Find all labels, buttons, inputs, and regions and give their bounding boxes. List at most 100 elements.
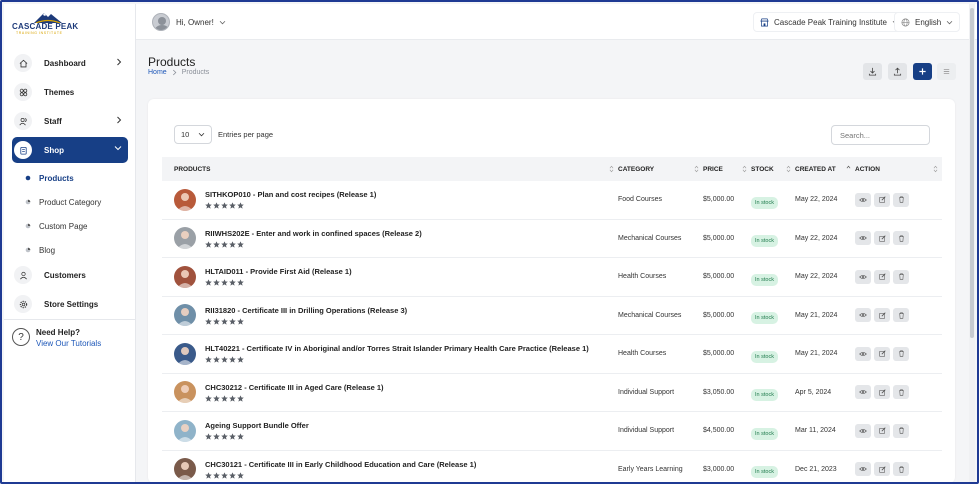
- column-header-stock[interactable]: STOCK: [751, 157, 795, 181]
- view-button[interactable]: [855, 308, 871, 323]
- sort-icon: [933, 165, 938, 173]
- institute-selector[interactable]: Cascade Peak Training Institute: [753, 12, 906, 32]
- delete-button[interactable]: [893, 231, 909, 246]
- edit-button[interactable]: [874, 192, 890, 207]
- product-name-link[interactable]: RII31820 - Certificate III in Drilling O…: [205, 306, 407, 315]
- product-name-link[interactable]: SITHKOP010 - Plan and cost recipes (Rele…: [205, 190, 376, 199]
- product-name-link[interactable]: HLTAID011 - Provide First Aid (Release 1…: [205, 267, 352, 276]
- add-product-button[interactable]: [913, 63, 932, 80]
- edit-icon: [878, 466, 886, 473]
- breadcrumb-home-link[interactable]: Home: [148, 69, 167, 76]
- status-badge: In stock: [751, 466, 778, 479]
- eye-icon: [859, 351, 867, 356]
- product-name-link[interactable]: HLT40221 - Certificate IV in Aboriginal …: [205, 344, 589, 353]
- edit-button[interactable]: [874, 462, 890, 477]
- view-button[interactable]: [855, 385, 871, 400]
- delete-button[interactable]: [893, 346, 909, 361]
- brand-logo[interactable]: CASCADE PEAK TRAINING INSTITUTE: [12, 12, 82, 36]
- star-icon: [237, 279, 244, 286]
- delete-button[interactable]: [893, 269, 909, 284]
- table-body: SITHKOP010 - Plan and cost recipes (Rele…: [162, 181, 942, 482]
- edit-button[interactable]: [874, 385, 890, 400]
- edit-icon: [878, 196, 886, 203]
- delete-button[interactable]: [893, 192, 909, 207]
- category-cell: Mechanical Courses: [618, 311, 682, 319]
- star-icon: [221, 202, 228, 209]
- brand-name: CASCADE PEAK: [12, 22, 79, 31]
- sidebar-subitem-product-category[interactable]: Product Category: [4, 190, 136, 214]
- sidebar-item-dashboard[interactable]: Dashboard: [12, 50, 128, 76]
- view-button[interactable]: [855, 269, 871, 284]
- star-icon: [213, 241, 220, 248]
- product-name-link[interactable]: CHC30121 - Certificate III in Early Chil…: [205, 460, 476, 469]
- sidebar-item-label: Shop: [44, 145, 64, 155]
- star-icon: [213, 356, 220, 363]
- sidebar-subitem-blog[interactable]: Blog: [4, 238, 136, 262]
- sidebar-item-themes[interactable]: Themes: [12, 79, 128, 105]
- delete-button[interactable]: [893, 423, 909, 438]
- sidebar-item-shop[interactable]: Shop: [12, 137, 128, 163]
- product-name-link[interactable]: RIIWHS202E - Enter and work in confined …: [205, 229, 422, 238]
- product-cell: SITHKOP010 - Plan and cost recipes (Rele…: [162, 188, 618, 211]
- sidebar-subitem-label: Product Category: [39, 197, 102, 207]
- upload-button[interactable]: [888, 63, 907, 80]
- dot-icon: [25, 175, 31, 181]
- column-header-created-at[interactable]: CREATED AT: [795, 157, 855, 181]
- view-button[interactable]: [855, 231, 871, 246]
- tutorials-link[interactable]: View Our Tutorials: [36, 339, 101, 348]
- star-icon: [229, 356, 236, 363]
- user-icon: [14, 266, 32, 284]
- sidebar-subitem-custom-page[interactable]: Custom Page: [4, 214, 136, 238]
- list-view-button[interactable]: [937, 63, 956, 80]
- table-row: CHC30212 - Certificate III in Aged Care …: [162, 374, 942, 412]
- edit-button[interactable]: [874, 269, 890, 284]
- product-thumbnail: [174, 265, 196, 288]
- sidebar-item-store-settings[interactable]: Store Settings: [12, 291, 128, 317]
- delete-button[interactable]: [893, 385, 909, 400]
- sidebar-item-staff[interactable]: Staff: [12, 108, 128, 134]
- product-image-icon: [174, 381, 196, 404]
- eye-icon: [859, 197, 867, 202]
- edit-button[interactable]: [874, 346, 890, 361]
- delete-button[interactable]: [893, 308, 909, 323]
- entries-per-page-select[interactable]: 10: [174, 125, 212, 144]
- eye-icon: [859, 390, 867, 395]
- rating-stars: [205, 241, 422, 248]
- edit-button[interactable]: [874, 423, 890, 438]
- search-input[interactable]: [831, 125, 930, 145]
- action-cell: [855, 192, 942, 207]
- created-at-cell: Dec 21, 2023: [795, 465, 837, 473]
- column-header-category[interactable]: CATEGORY: [618, 157, 703, 181]
- edit-icon: [878, 312, 886, 319]
- view-button[interactable]: [855, 192, 871, 207]
- star-icon: [221, 318, 228, 325]
- product-name-link[interactable]: Ageing Support Bundle Offer: [205, 421, 309, 430]
- download-button[interactable]: [863, 63, 882, 80]
- trash-icon: [898, 196, 904, 203]
- edit-button[interactable]: [874, 231, 890, 246]
- rating-stars: [205, 395, 384, 402]
- view-button[interactable]: [855, 346, 871, 361]
- delete-button[interactable]: [893, 462, 909, 477]
- table-row: HLT40221 - Certificate IV in Aboriginal …: [162, 335, 942, 374]
- user-menu[interactable]: Hi, Owner!: [152, 11, 226, 33]
- edit-button[interactable]: [874, 308, 890, 323]
- stock-cell: In stock: [751, 268, 795, 286]
- view-button[interactable]: [855, 462, 871, 477]
- sidebar-subitem-products[interactable]: Products: [4, 166, 136, 190]
- view-button[interactable]: [855, 423, 871, 438]
- language-selector[interactable]: English: [894, 12, 961, 32]
- sidebar-subitem-label: Custom Page: [39, 221, 88, 231]
- product-thumbnail: [174, 342, 196, 365]
- star-icon: [237, 202, 244, 209]
- product-name-link[interactable]: CHC30212 - Certificate III in Aged Care …: [205, 383, 384, 392]
- sidebar-subitem-label: Blog: [39, 245, 56, 255]
- star-icon: [221, 395, 228, 402]
- page-scrollbar-thumb[interactable]: [970, 8, 974, 338]
- edit-icon: [878, 427, 886, 434]
- sidebar-item-customers[interactable]: Customers: [12, 262, 128, 288]
- column-header-price[interactable]: PRICE: [703, 157, 751, 181]
- star-icon: [237, 395, 244, 402]
- eye-icon: [859, 428, 867, 433]
- column-header-products[interactable]: PRODUCTS: [162, 157, 618, 181]
